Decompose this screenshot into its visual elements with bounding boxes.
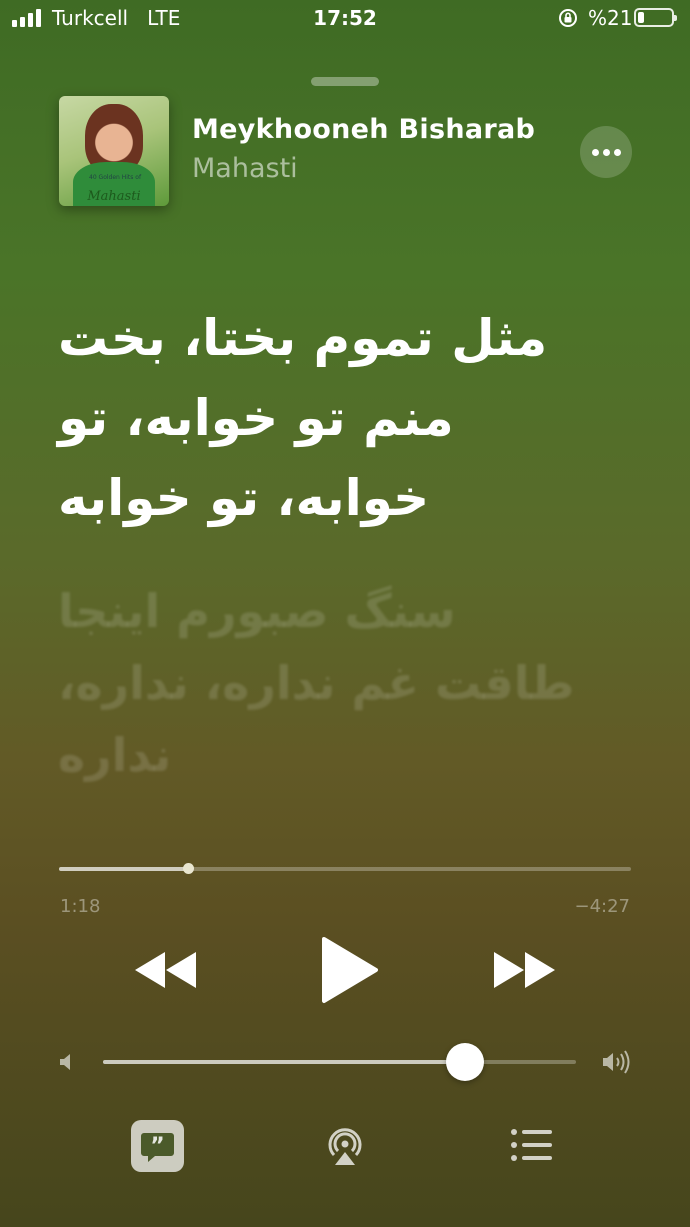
status-clock: 17:52 — [313, 6, 377, 30]
airplay-icon[interactable] — [322, 1122, 368, 1168]
artist-name[interactable]: Mahasti — [192, 153, 298, 184]
lyric-line-next[interactable]: سنگ صبورم اینجا طاقت غم نداره، نداره، ند… — [58, 575, 578, 791]
orientation-lock-icon — [559, 9, 577, 27]
album-art: 40 Golden Hits of Mahasti — [59, 96, 169, 206]
volume-low-icon — [60, 1054, 70, 1070]
svg-text:”: ” — [150, 1134, 164, 1159]
battery-percentage: %21 — [588, 6, 633, 30]
fast-forward-icon[interactable] — [490, 945, 560, 995]
volume-fill — [103, 1060, 465, 1064]
volume-knob[interactable] — [445, 1043, 484, 1081]
song-title[interactable]: Meykhooneh Bisharabe — [192, 114, 534, 150]
elapsed-time: 1:18 — [60, 896, 101, 917]
lyrics-quote-icon: ” — [141, 1133, 174, 1162]
volume-high-icon — [603, 1050, 630, 1074]
battery-icon — [634, 8, 677, 27]
playback-scrubber[interactable] — [59, 863, 631, 874]
scrubber-knob[interactable] — [182, 863, 194, 874]
status-bar: Turkcell LTE 17:52 %21 — [0, 0, 690, 38]
play-icon[interactable] — [316, 935, 382, 1005]
queue-list-icon[interactable] — [510, 1128, 554, 1162]
lyric-line-current[interactable]: مثل تموم بختا، بخت منم تو خوابه، تو خواب… — [58, 298, 578, 538]
more-options-button[interactable] — [580, 126, 632, 178]
rewind-icon[interactable] — [130, 945, 200, 995]
volume-slider[interactable] — [103, 1043, 576, 1081]
album-art-title: Mahasti — [87, 189, 141, 204]
lyrics-button[interactable]: ” — [131, 1120, 184, 1172]
remaining-time: −4:27 — [574, 896, 630, 917]
album-art-subtitle: 40 Golden Hits of — [89, 174, 142, 181]
dismiss-grabber[interactable] — [311, 77, 379, 86]
scrubber-elapsed-fill — [59, 867, 188, 871]
